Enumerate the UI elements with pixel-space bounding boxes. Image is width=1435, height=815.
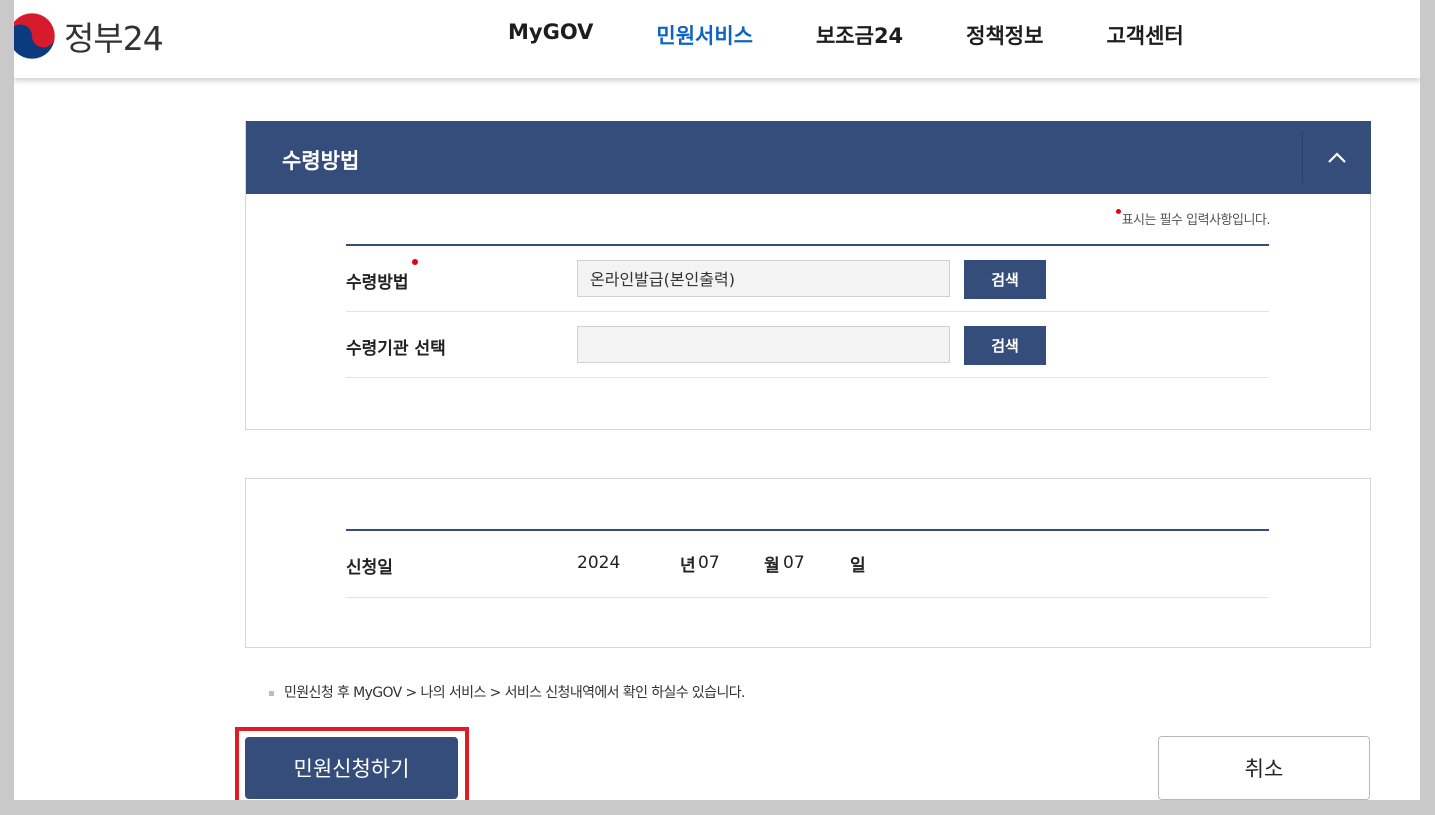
receipt-method-section: 수령방법 표시는 필수 입력사항입니다. 수령방법 온라인발급(본인출력) 검색 (245, 121, 1371, 430)
page: 정부24 MyGOV 민원서비스 보조금24 정책정보 고객센터 수령방법 표시… (14, 0, 1420, 800)
month-value: 07 (698, 553, 720, 573)
section-header: 수령방법 (246, 121, 1371, 194)
site-header: 정부24 MyGOV 민원서비스 보조금24 정책정보 고객센터 (14, 0, 1420, 78)
receipt-agency-field[interactable] (577, 326, 950, 363)
receipt-method-field[interactable]: 온라인발급(본인출력) (577, 260, 950, 297)
receipt-agency-label: 수령기관 선택 (346, 339, 446, 359)
taegeuk-logo-icon (14, 12, 56, 60)
required-note: 표시는 필수 입력사항입니다. (1115, 209, 1271, 228)
required-dot-icon (411, 259, 418, 265)
nav-item-civil-service[interactable]: 민원서비스 (656, 20, 753, 50)
receipt-agency-search-button[interactable]: 검색 (964, 326, 1046, 365)
form-row-receipt-method: 수령방법 온라인발급(본인출력) 검색 (346, 246, 1269, 312)
nav-item-customer-center[interactable]: 고객센터 (1106, 20, 1183, 50)
main-nav: MyGOV 민원서비스 보조금24 정책정보 고객센터 (508, 20, 1247, 50)
day-unit: 일 (850, 556, 866, 576)
receipt-method-label-text: 수령방법 (346, 273, 409, 293)
cancel-button[interactable]: 취소 (1158, 736, 1370, 800)
nav-item-mygov[interactable]: MyGOV (508, 20, 593, 50)
day-value: 07 (783, 553, 805, 573)
application-date-section: 신청일 2024 년 07 월 07 일 (245, 478, 1371, 648)
receipt-method-label: 수령방법 (346, 259, 418, 293)
notice-text: 민원신청 후 MyGOV > 나의 서비스 > 서비스 신청내역에서 확인 하실… (284, 685, 745, 701)
year-unit: 년 (680, 556, 696, 576)
form-row-receipt-agency: 수령기관 선택 검색 (346, 312, 1269, 378)
nav-item-subsidy24[interactable]: 보조금24 (816, 20, 903, 50)
section-title: 수령방법 (282, 149, 360, 173)
required-note-text: 표시는 필수 입력사항입니다. (1121, 213, 1271, 228)
nav-item-policy-info[interactable]: 정책정보 (966, 20, 1043, 50)
receipt-method-search-button[interactable]: 검색 (964, 260, 1046, 299)
date-form-table: 신청일 2024 년 07 월 07 일 (346, 529, 1269, 598)
highlight-box (235, 727, 469, 800)
notice: 민원신청 후 MyGOV > 나의 서비스 > 서비스 신청내역에서 확인 하실… (269, 682, 745, 702)
bullet-icon (269, 690, 274, 696)
logo-text: 정부24 (64, 19, 164, 58)
logo[interactable]: 정부24 (14, 12, 164, 60)
required-dot-icon (1115, 209, 1121, 214)
form-row-application-date: 신청일 2024 년 07 월 07 일 (346, 531, 1269, 598)
application-date-label: 신청일 (346, 558, 393, 578)
year-value: 2024 (577, 553, 621, 573)
collapse-toggle-button[interactable] (1303, 121, 1371, 194)
month-unit: 월 (764, 556, 780, 576)
receipt-form-table: 수령방법 온라인발급(본인출력) 검색 수령기관 선택 검색 (346, 244, 1269, 378)
chevron-up-icon (1328, 151, 1346, 163)
